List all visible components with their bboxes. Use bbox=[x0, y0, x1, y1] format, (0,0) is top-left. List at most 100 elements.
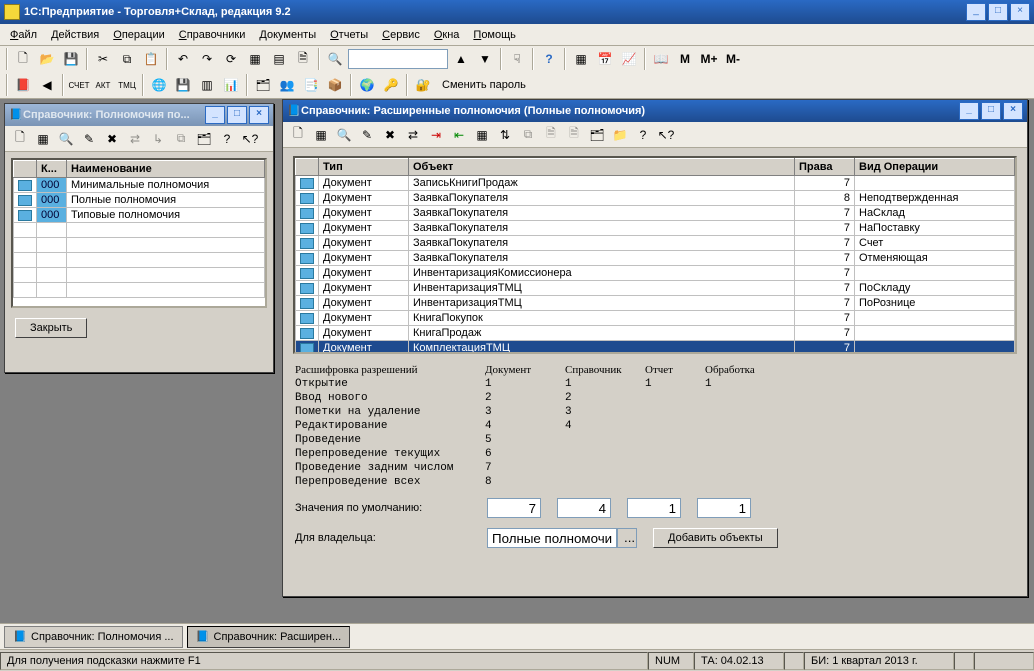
win1-col-1[interactable]: К... bbox=[37, 161, 67, 178]
paste-icon[interactable]: 📋 bbox=[140, 48, 162, 70]
w2-d1-icon[interactable]: ⧉ bbox=[517, 124, 539, 146]
w1-copy-icon[interactable]: ⧉ bbox=[170, 128, 192, 150]
win1-col-0[interactable] bbox=[14, 161, 37, 178]
w2-pointer-icon[interactable]: ↖? bbox=[655, 124, 677, 146]
cut-icon[interactable]: ✂ bbox=[92, 48, 114, 70]
t2-icon-6[interactable]: 🌐 bbox=[148, 74, 170, 96]
t2-icon-16[interactable]: 🔐 bbox=[412, 74, 434, 96]
win1-close[interactable]: × bbox=[249, 106, 269, 124]
t2-icon-14[interactable]: 🌍 bbox=[356, 74, 378, 96]
win2-col-1[interactable]: Тип bbox=[319, 159, 409, 176]
owner-input[interactable] bbox=[487, 528, 617, 548]
calendar-icon[interactable]: 📅 bbox=[594, 48, 616, 70]
win1-min[interactable]: _ bbox=[205, 106, 225, 124]
table-row[interactable]: ДокументИнвентаризацияКомиссионера7 bbox=[296, 266, 1015, 281]
search-input[interactable] bbox=[348, 49, 448, 69]
win2-col-2[interactable]: Объект bbox=[409, 159, 795, 176]
w2-ref-icon[interactable]: 🗂 bbox=[586, 124, 608, 146]
t2-icon-10[interactable]: 🗂 bbox=[252, 74, 274, 96]
table-row[interactable]: ДокументЗаявкаПокупателя7Отменяющая bbox=[296, 251, 1015, 266]
win1-grid[interactable]: К...Наименование000Минимальные полномочи… bbox=[11, 158, 267, 308]
table-row[interactable]: ДокументЗаявкаПокупателя7НаПоставку bbox=[296, 221, 1015, 236]
win2-col-3[interactable]: Права bbox=[795, 159, 855, 176]
w1-del-icon[interactable]: ✖ bbox=[101, 128, 123, 150]
calc-icon[interactable]: ▦ bbox=[570, 48, 592, 70]
m-button[interactable]: M bbox=[674, 48, 696, 70]
w1-edit-icon[interactable]: ✎ bbox=[78, 128, 100, 150]
copy-icon[interactable]: ⧉ bbox=[116, 48, 138, 70]
w1-find-icon[interactable]: 🔍 bbox=[55, 128, 77, 150]
m-plus-button[interactable]: M+ bbox=[698, 48, 720, 70]
t2-icon-2[interactable]: ◀ bbox=[36, 74, 58, 96]
w2-edit-icon[interactable]: ✎ bbox=[356, 124, 378, 146]
table-row[interactable]: ДокументЗаписьКнигиПродаж7 bbox=[296, 176, 1015, 191]
w2-tree-icon[interactable]: ⇄ bbox=[402, 124, 424, 146]
menu-Помощь[interactable]: Помощь bbox=[467, 27, 522, 43]
win2-min[interactable]: _ bbox=[959, 102, 979, 120]
w2-fold-icon[interactable]: 📁 bbox=[609, 124, 631, 146]
w2-arr1-icon[interactable]: ⇥ bbox=[425, 124, 447, 146]
w2-find-icon[interactable]: 🔍 bbox=[333, 124, 355, 146]
w2-arr2-icon[interactable]: ⇤ bbox=[448, 124, 470, 146]
w1-ref-icon[interactable]: 🗂 bbox=[193, 128, 215, 150]
win2-max[interactable]: □ bbox=[981, 102, 1001, 120]
win2-titlebar[interactable]: 📘 Справочник: Расширенные полномочия (По… bbox=[283, 100, 1027, 122]
w2-del-icon[interactable]: ✖ bbox=[379, 124, 401, 146]
hand-icon[interactable]: ☟ bbox=[506, 48, 528, 70]
redo-icon[interactable]: ↷ bbox=[196, 48, 218, 70]
menu-Файл[interactable]: Файл bbox=[4, 27, 43, 43]
menu-Справочники[interactable]: Справочники bbox=[173, 27, 252, 43]
form-icon[interactable]: ▤ bbox=[268, 48, 290, 70]
w1-grid-icon[interactable]: ▦ bbox=[32, 128, 54, 150]
change-password-label[interactable]: Сменить пароль bbox=[436, 79, 532, 91]
table-row[interactable]: ДокументКомплектацияТМЦ7 bbox=[296, 341, 1015, 355]
refresh-icon[interactable]: ⟳ bbox=[220, 48, 242, 70]
table-row[interactable]: ДокументКнигаПродаж7 bbox=[296, 326, 1015, 341]
maximize-button[interactable]: □ bbox=[988, 3, 1008, 21]
table-row[interactable]: ДокументКнигаПокупок7 bbox=[296, 311, 1015, 326]
t2-icon-13[interactable]: 📦 bbox=[324, 74, 346, 96]
close-button[interactable]: × bbox=[1010, 3, 1030, 21]
table-icon[interactable]: ▦ bbox=[244, 48, 266, 70]
t2-icon-8[interactable]: ▥ bbox=[196, 74, 218, 96]
w1-arr-icon[interactable]: ↳ bbox=[147, 128, 169, 150]
undo-icon[interactable]: ↶ bbox=[172, 48, 194, 70]
find-icon[interactable]: 🔍 bbox=[324, 48, 346, 70]
menu-Операции[interactable]: Операции bbox=[107, 27, 170, 43]
owner-select-button[interactable]: ... bbox=[617, 528, 637, 548]
menu-Документы[interactable]: Документы bbox=[253, 27, 322, 43]
menu-Действия[interactable]: Действия bbox=[45, 27, 105, 43]
w2-grid-icon[interactable]: ▦ bbox=[310, 124, 332, 146]
menu-Отчеты[interactable]: Отчеты bbox=[324, 27, 374, 43]
t2-icon-5[interactable]: ТМЦ bbox=[116, 74, 138, 96]
menu-Окна[interactable]: Окна bbox=[428, 27, 466, 43]
add-objects-button[interactable]: Добавить объекты bbox=[653, 528, 778, 548]
table-row[interactable]: ДокументИнвентаризацияТМЦ7ПоРознице bbox=[296, 296, 1015, 311]
table-row[interactable]: ДокументЗаявкаПокупателя8Неподтвержденна… bbox=[296, 191, 1015, 206]
taskbtn-1[interactable]: 📘 Справочник: Полномочия ... bbox=[4, 626, 183, 648]
w2-d2-icon[interactable]: 🗎 bbox=[540, 124, 562, 146]
win2-grid[interactable]: ТипОбъектПраваВид ОперацииДокументЗапись… bbox=[293, 156, 1017, 354]
menu-Сервис[interactable]: Сервис bbox=[376, 27, 426, 43]
w1-tree-icon[interactable]: ⇄ bbox=[124, 128, 146, 150]
table-row[interactable]: 000Типовые полномочия bbox=[14, 208, 265, 223]
default-doc[interactable] bbox=[487, 498, 541, 518]
w2-help-icon[interactable]: ? bbox=[632, 124, 654, 146]
save-icon[interactable]: 💾 bbox=[60, 48, 82, 70]
w1-help-icon[interactable]: ? bbox=[216, 128, 238, 150]
w1-pointer-icon[interactable]: ↖? bbox=[239, 128, 261, 150]
up-icon[interactable]: ▲ bbox=[450, 48, 472, 70]
table-row[interactable]: 000Минимальные полномочия bbox=[14, 178, 265, 193]
win1-col-2[interactable]: Наименование bbox=[67, 161, 265, 178]
new-icon[interactable]: 🗋 bbox=[12, 48, 34, 70]
default-proc[interactable] bbox=[697, 498, 751, 518]
down-icon[interactable]: ▼ bbox=[474, 48, 496, 70]
win2-col-4[interactable]: Вид Операции bbox=[855, 159, 1015, 176]
t2-icon-3[interactable]: СЧЕТ bbox=[68, 74, 90, 96]
chart-icon[interactable]: 📈 bbox=[618, 48, 640, 70]
win2-close[interactable]: × bbox=[1003, 102, 1023, 120]
table-row[interactable]: ДокументЗаявкаПокупателя7Счет bbox=[296, 236, 1015, 251]
t2-icon-12[interactable]: 📑 bbox=[300, 74, 322, 96]
table-row[interactable]: ДокументЗаявкаПокупателя7НаСклад bbox=[296, 206, 1015, 221]
default-report[interactable] bbox=[627, 498, 681, 518]
